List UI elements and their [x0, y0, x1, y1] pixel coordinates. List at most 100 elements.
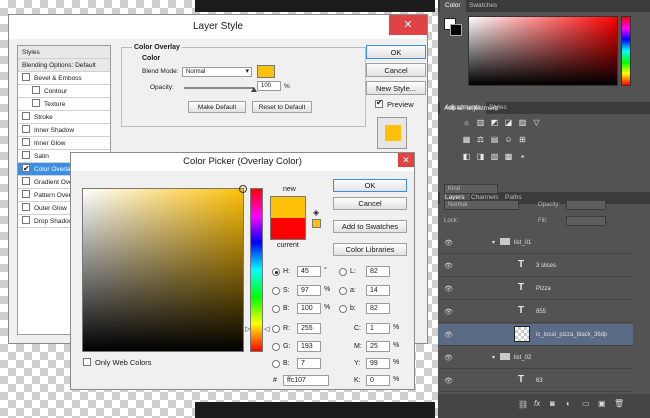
adjustment-icon[interactable]: ▽	[532, 118, 541, 127]
layer-row[interactable]: 👁 T 855	[438, 301, 633, 323]
opacity-input[interactable]: 100	[257, 81, 281, 91]
mask-icon[interactable]: ◙	[550, 399, 555, 408]
kind-filter[interactable]: Kind	[444, 184, 498, 194]
style-item[interactable]: Contour	[18, 85, 110, 98]
hex-input[interactable]: ffc107	[283, 375, 329, 386]
background-color[interactable]	[450, 24, 462, 36]
preview-checkbox[interactable]	[375, 98, 383, 109]
s-radio[interactable]	[272, 287, 280, 295]
blend-mode-select[interactable]: Normal	[182, 67, 252, 77]
color-libraries-button[interactable]: Color Libraries	[333, 243, 407, 256]
h-radio-dot[interactable]	[272, 268, 280, 276]
ps-opacity-input[interactable]	[566, 200, 606, 210]
adjustment-icon[interactable]: ▩	[504, 152, 513, 161]
new-layer-icon[interactable]: ▣	[598, 399, 606, 408]
layer-row[interactable]: 👁 T 3 slices	[438, 255, 633, 277]
adjustment-icon[interactable]: ⚖	[476, 135, 485, 144]
g-input[interactable]: 193	[297, 341, 321, 352]
adjustment-icon[interactable]: ▤	[490, 135, 499, 144]
hue-strip[interactable]	[621, 16, 631, 86]
fill-input[interactable]	[566, 216, 606, 226]
l-input[interactable]: 82	[366, 266, 390, 277]
r-radio-dot[interactable]	[272, 325, 280, 333]
picker-cancel-button[interactable]: Cancel	[333, 197, 407, 210]
style-item[interactable]: Styles	[18, 46, 110, 59]
new-style-button[interactable]: New Style...	[366, 81, 426, 95]
visibility-eye-icon[interactable]: 👁	[444, 262, 453, 270]
style-checkbox[interactable]	[22, 151, 30, 160]
group-expand-icon[interactable]: ▾	[492, 239, 495, 246]
r-input[interactable]: 255	[297, 323, 321, 334]
make-default-button[interactable]: Make Default	[188, 101, 246, 113]
adjustment-icon[interactable]: ◧	[462, 152, 471, 161]
r-radio[interactable]	[272, 325, 280, 333]
style-checkbox[interactable]	[22, 203, 30, 212]
style-checkbox[interactable]	[22, 190, 30, 199]
picker-ok-button[interactable]: OK	[333, 179, 407, 192]
h-radio[interactable]	[272, 268, 280, 276]
adjustment-icon[interactable]: ◨	[476, 152, 485, 161]
adjustment-icon[interactable]: ☺	[504, 135, 513, 144]
style-checkbox[interactable]	[22, 216, 30, 225]
group-expand-icon[interactable]: ▾	[492, 354, 495, 361]
tab-color[interactable]: Color	[440, 0, 466, 12]
adjustment-icon[interactable]: ◩	[490, 118, 499, 127]
ok-button[interactable]: OK	[366, 45, 426, 59]
adjustment-layer-icon[interactable]: ◐	[566, 399, 571, 408]
color-cursor[interactable]	[239, 185, 247, 193]
adjustment-icon[interactable]: ▪	[518, 152, 527, 161]
bv-radio[interactable]	[272, 360, 280, 368]
saturation-brightness-field[interactable]	[82, 185, 247, 352]
adjustment-icon[interactable]: ▦	[462, 135, 471, 144]
l-radio-dot[interactable]	[339, 268, 347, 276]
trash-icon[interactable]: 🗑	[614, 399, 624, 408]
hue-right-arrow[interactable]: ◁	[264, 325, 269, 333]
visibility-eye-icon[interactable]: 👁	[444, 308, 453, 316]
visibility-eye-icon[interactable]: 👁	[444, 285, 453, 293]
only-web-colors-toggle[interactable]: Only Web Colors	[83, 358, 152, 367]
link-icon[interactable]: ⛓	[518, 400, 528, 409]
visibility-eye-icon[interactable]: 👁	[444, 331, 453, 339]
lab-b-radio[interactable]	[339, 305, 347, 313]
cancel-button[interactable]: Cancel	[366, 63, 426, 77]
layer-row[interactable]: 👁 ▾ list_01	[438, 232, 633, 254]
b-input[interactable]: 100	[297, 303, 321, 314]
opacity-slider-track[interactable]	[184, 87, 254, 89]
close-icon[interactable]: ✕	[389, 15, 427, 35]
color-spectrum[interactable]	[468, 16, 618, 86]
layer-row[interactable]: 👁 T Pizza	[438, 278, 633, 300]
style-checkbox[interactable]	[22, 138, 30, 147]
m-input[interactable]: 25	[366, 341, 390, 352]
adjustment-icon[interactable]: ▧	[490, 152, 499, 161]
style-item[interactable]: Texture	[18, 98, 110, 111]
current-color-swatch[interactable]	[270, 218, 306, 240]
overlay-color-swatch[interactable]	[257, 65, 275, 78]
close-icon[interactable]: ✕	[398, 153, 414, 167]
k-input[interactable]: 0	[366, 375, 390, 386]
style-checkbox[interactable]	[22, 177, 30, 186]
reset-default-button[interactable]: Reset to Default	[252, 101, 312, 113]
lab-b-radio-dot[interactable]	[339, 305, 347, 313]
b-radio-dot[interactable]	[272, 305, 280, 313]
tab-swatches[interactable]: Swatches	[464, 0, 502, 12]
hue-slider[interactable]	[250, 188, 263, 352]
g-radio[interactable]	[272, 343, 280, 351]
layer-row[interactable]: 👁 T 63	[438, 370, 633, 392]
add-to-swatches-button[interactable]: Add to Swatches	[333, 220, 407, 233]
a-radio-dot[interactable]	[339, 287, 347, 295]
s-input[interactable]: 97	[297, 285, 321, 296]
web-safe-warning-icon[interactable]	[312, 219, 321, 228]
adjustment-icon[interactable]: ⊞	[518, 135, 527, 144]
folder-icon[interactable]: ▭	[582, 399, 590, 408]
style-checkbox[interactable]	[22, 73, 30, 82]
only-web-colors-checkbox[interactable]	[83, 358, 91, 367]
style-item[interactable]: Inner Shadow	[18, 124, 110, 137]
y-input[interactable]: 99	[366, 358, 390, 369]
style-checkbox[interactable]	[32, 99, 40, 108]
style-checkbox[interactable]	[22, 125, 30, 134]
style-item[interactable]: Blending Options: Default	[18, 59, 110, 72]
a-radio[interactable]	[339, 287, 347, 295]
adjustment-icon[interactable]: ☼	[462, 118, 471, 127]
fx-icon[interactable]: fx	[534, 399, 540, 408]
bv-radio-dot[interactable]	[272, 360, 280, 368]
